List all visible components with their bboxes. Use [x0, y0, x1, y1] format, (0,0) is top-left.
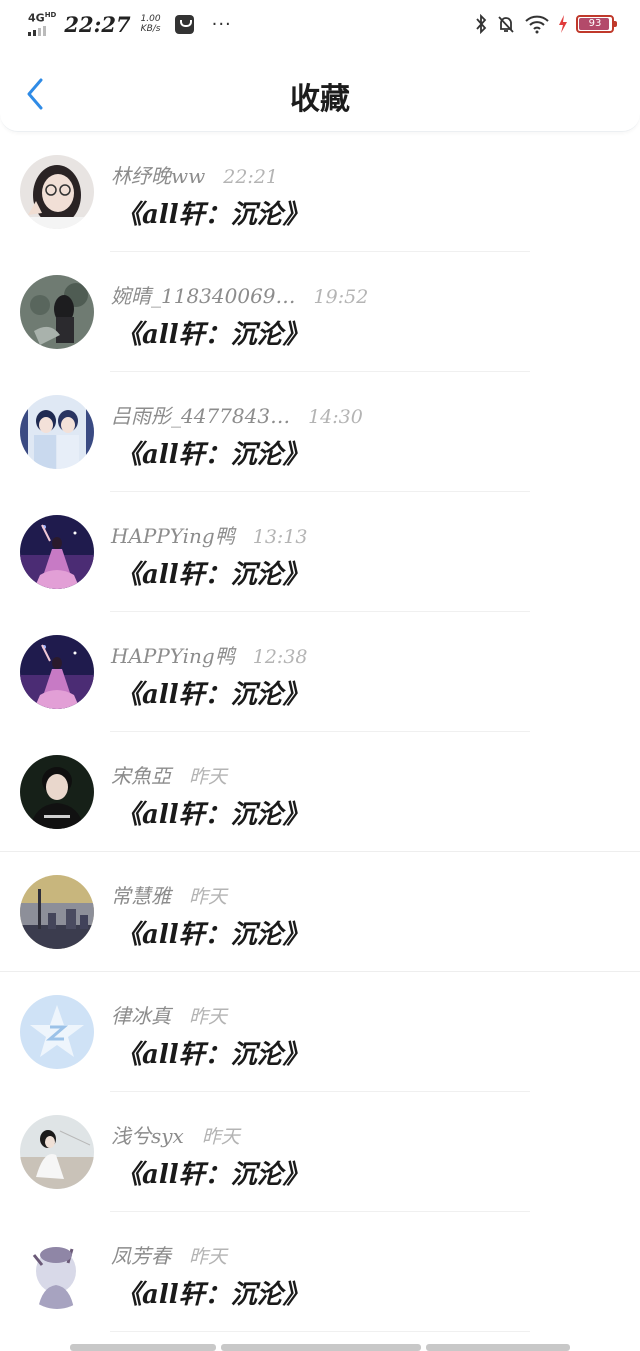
timestamp: 22:21 — [223, 166, 279, 188]
page-title: 收藏 — [290, 82, 350, 117]
item-meta: HAPPYing鸭 12:38 — [111, 640, 308, 669]
item-meta: HAPPYing鸭 13:13 — [111, 520, 308, 549]
user-name[interactable]: 吕雨彤_4477843… — [111, 400, 290, 429]
more-notifications-icon: ··· — [211, 13, 232, 35]
user-name[interactable]: 浅兮syx — [111, 1120, 184, 1149]
item-meta: 律冰真 昨天 — [111, 1000, 227, 1029]
item-meta: 常慧雅 昨天 — [111, 880, 227, 909]
message-icon — [174, 14, 194, 34]
item-meta: 吕雨彤_4477843… 14:30 — [111, 400, 363, 429]
user-name[interactable]: 林纾晚ww — [111, 160, 205, 189]
user-name[interactable]: 律冰真 — [111, 1000, 171, 1029]
favorite-item[interactable]: 宋魚亞 昨天《all轩：沉沦》 — [0, 732, 640, 852]
favorite-item[interactable]: 林纾晚ww 22:21 《all轩：沉沦》 — [0, 132, 640, 252]
user-name[interactable]: HAPPYing鸭 — [111, 520, 235, 549]
favorite-item[interactable]: 常慧雅 昨天《all轩：沉沦》 — [0, 852, 640, 972]
signal-icon — [28, 25, 46, 36]
timestamp: 昨天 — [189, 886, 228, 908]
item-meta: 凤芳春 昨天 — [111, 1240, 227, 1269]
avatar[interactable] — [20, 155, 94, 229]
favorite-title[interactable]: 《all轩：沉沦》 — [116, 314, 309, 351]
favorite-title[interactable]: 《all轩：沉沦》 — [116, 1274, 309, 1311]
favorite-item[interactable]: 浅兮syx 昨天《all轩：沉沦》 — [0, 1092, 640, 1212]
user-name[interactable]: 宋魚亞 — [111, 760, 171, 789]
favorite-item[interactable]: HAPPYing鸭 12:38 《all轩：沉沦》 — [0, 612, 640, 732]
user-name[interactable]: 婉晴_118340069… — [111, 280, 296, 309]
favorites-list: 林纾晚ww 22:21 《all轩：沉沦》 婉晴_118340069… 19:52 《al… — [0, 132, 640, 1332]
network-speed: 1.00 KB/s — [140, 14, 161, 34]
avatar[interactable] — [20, 995, 94, 1069]
user-name[interactable]: 常慧雅 — [111, 880, 171, 909]
item-meta: 宋魚亞 昨天 — [111, 760, 227, 789]
favorite-title[interactable]: 《all轩：沉沦》 — [116, 794, 309, 831]
avatar[interactable] — [20, 1235, 94, 1309]
timestamp: 14:30 — [308, 406, 363, 428]
favorite-item[interactable]: 婉晴_118340069… 19:52 《all轩：沉沦》 — [0, 252, 640, 372]
divider — [110, 1331, 530, 1332]
bell-muted-icon — [498, 16, 514, 33]
user-name[interactable]: HAPPYing鸭 — [111, 640, 235, 669]
item-meta: 林纾晚ww 22:21 — [111, 160, 278, 189]
user-name[interactable]: 凤芳春 — [111, 1240, 171, 1269]
avatar[interactable] — [20, 515, 94, 589]
avatar[interactable] — [20, 1115, 94, 1189]
timestamp: 12:38 — [252, 646, 308, 668]
avatar[interactable] — [20, 395, 94, 469]
avatar[interactable] — [20, 755, 94, 829]
favorite-item[interactable]: HAPPYing鸭 13:13 《all轩：沉沦》 — [0, 492, 640, 612]
favorite-title[interactable]: 《all轩：沉沦》 — [116, 1154, 309, 1191]
bluetooth-icon — [476, 14, 487, 34]
battery-icon: 93 — [576, 15, 617, 33]
avatar[interactable] — [20, 635, 94, 709]
timestamp: 19:52 — [313, 286, 369, 308]
timestamp: 昨天 — [201, 1126, 240, 1148]
network-indicator: 4GHD — [28, 12, 56, 36]
timestamp: 昨天 — [189, 1246, 228, 1268]
favorite-title[interactable]: 《all轩：沉沦》 — [116, 914, 309, 951]
favorite-title[interactable]: 《all轩：沉沦》 — [116, 194, 309, 231]
favorite-item[interactable]: 律冰真 昨天《all轩：沉沦》 — [0, 972, 640, 1092]
timestamp: 13:13 — [252, 526, 308, 548]
header: 收藏 — [0, 48, 640, 132]
favorite-item[interactable]: 凤芳春 昨天《all轩：沉沦》 — [0, 1212, 640, 1332]
avatar[interactable] — [20, 875, 94, 949]
charging-icon — [559, 15, 567, 33]
favorite-title[interactable]: 《all轩：沉沦》 — [116, 434, 309, 471]
favorite-title[interactable]: 《all轩：沉沦》 — [116, 1034, 309, 1071]
item-meta: 浅兮syx 昨天 — [111, 1120, 240, 1149]
status-bar: 4GHD 22:27 1.00 KB/s ··· 93 — [0, 0, 640, 48]
wifi-icon — [525, 15, 549, 34]
bottom-handle — [70, 1344, 570, 1351]
favorite-title[interactable]: 《all轩：沉沦》 — [116, 554, 309, 591]
timestamp: 昨天 — [189, 1006, 228, 1028]
favorite-title[interactable]: 《all轩：沉沦》 — [116, 674, 309, 711]
item-meta: 婉晴_118340069… 19:52 — [111, 280, 368, 309]
status-time: 22:27 — [64, 11, 131, 37]
timestamp: 昨天 — [189, 766, 228, 788]
avatar[interactable] — [20, 275, 94, 349]
favorite-item[interactable]: 吕雨彤_4477843… 14:30 《all轩：沉沦》 — [0, 372, 640, 492]
